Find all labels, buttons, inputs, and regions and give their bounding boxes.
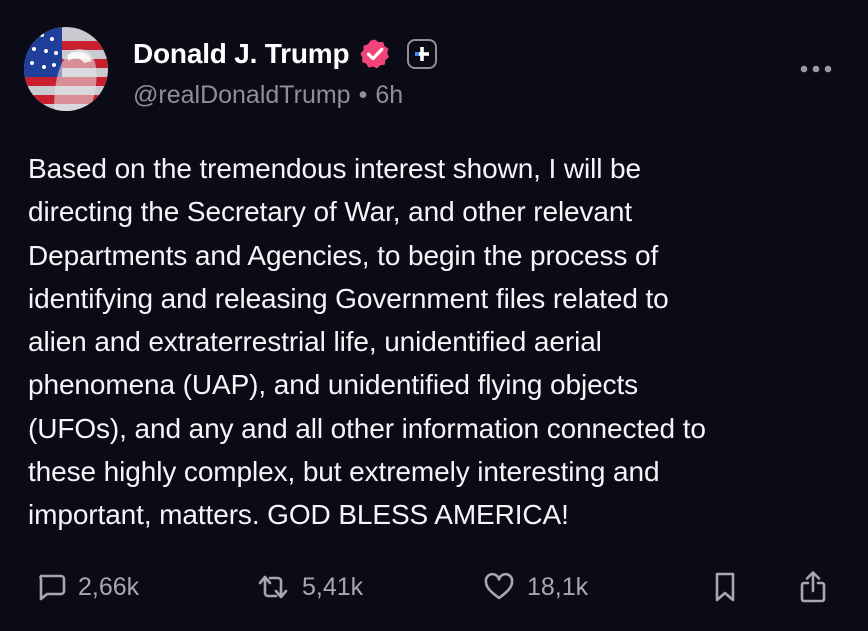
- ellipsis-icon: [800, 65, 832, 73]
- share-icon: [800, 571, 826, 603]
- repost-button[interactable]: 5,41k: [256, 560, 363, 614]
- post-card: Donald J. Trump @realDonaldTrump • 6h Base…: [0, 0, 868, 631]
- reply-button[interactable]: 2,66k: [36, 560, 139, 614]
- author-name-row: Donald J. Trump: [133, 36, 438, 72]
- like-count: 18,1k: [527, 572, 589, 601]
- avatar[interactable]: [24, 27, 108, 111]
- reply-icon: [39, 574, 66, 601]
- repost-count: 5,41k: [302, 572, 364, 601]
- author-handle-row: @realDonaldTrump • 6h: [133, 80, 403, 110]
- post-timestamp[interactable]: 6h: [375, 81, 403, 109]
- more-options-button[interactable]: [796, 56, 836, 82]
- avatar-image: [24, 27, 108, 111]
- heart-icon: [484, 572, 514, 600]
- plus-badge-icon: [407, 39, 438, 69]
- verified-badge-icon: [359, 38, 391, 70]
- post-actions-bar: 2,66k 5,41k 18,1k: [0, 560, 868, 614]
- author-handle[interactable]: @realDonaldTrump: [133, 81, 351, 109]
- bookmark-icon: [715, 572, 735, 602]
- post-text: Based on the tremendous interest shown, …: [28, 153, 706, 531]
- repost-icon: [258, 575, 288, 599]
- separator-dot: •: [358, 81, 368, 109]
- reply-count: 2,66k: [78, 572, 140, 601]
- bookmark-button[interactable]: [712, 560, 738, 614]
- like-button[interactable]: 18,1k: [483, 560, 588, 614]
- share-button[interactable]: [798, 560, 828, 614]
- author-display-name[interactable]: Donald J. Trump: [133, 36, 350, 72]
